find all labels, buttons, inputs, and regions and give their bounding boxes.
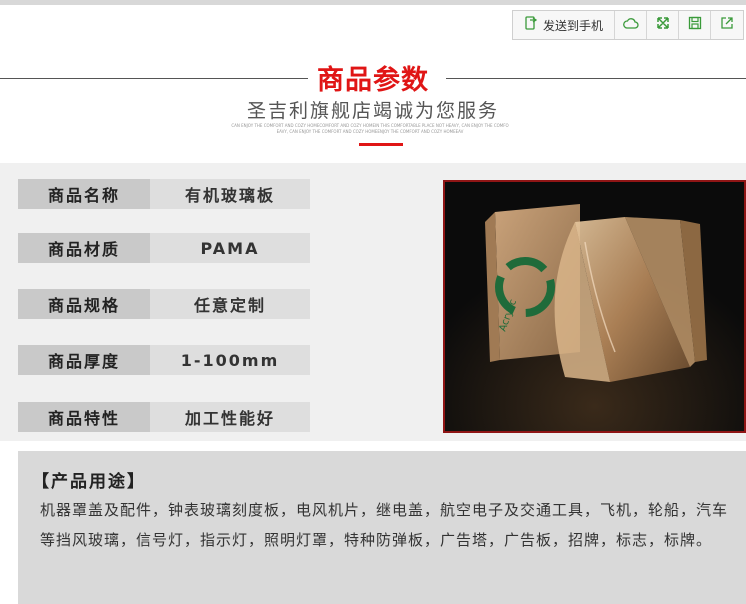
cloud-icon — [622, 17, 639, 33]
tagline-line-1: CAN ENJOY THE COMFORT AND COZY HOMECOMFO… — [231, 123, 509, 128]
phone-send-icon — [524, 16, 538, 34]
spec-row-material: 商品材质 PAMA — [18, 233, 310, 263]
cloud-button[interactable] — [615, 11, 647, 39]
spec-label: 商品厚度 — [18, 345, 150, 375]
spec-value: 有机玻璃板 — [150, 179, 310, 209]
top-strip — [0, 0, 746, 5]
share-toolbar: 发送到手机 — [512, 10, 744, 40]
spec-row-feature: 商品特性 加工性能好 — [18, 402, 310, 432]
send-to-phone-label: 发送到手机 — [542, 18, 603, 33]
expand-button[interactable] — [647, 11, 679, 39]
tagline-line-2: EAVY, CAN ENJOY THE COMFORT AND COZY HOM… — [276, 129, 464, 134]
save-button[interactable] — [679, 11, 711, 39]
section-title: 商品参数 — [317, 65, 429, 96]
title-underline — [359, 143, 403, 146]
spec-value: 加工性能好 — [150, 402, 310, 432]
share-button[interactable] — [711, 11, 743, 39]
spec-value: 1-100mm — [150, 345, 310, 375]
spec-row-thickness: 商品厚度 1-100mm — [18, 345, 310, 375]
usage-section: 【产品用途】 机器罩盖及配件，钟表玻璃刻度板，电风机片，继电盖，航空电子及交通工… — [18, 451, 746, 604]
spec-row-name: 商品名称 有机玻璃板 — [18, 179, 310, 209]
usage-title: 【产品用途】 — [32, 472, 146, 492]
spec-value: 任意定制 — [150, 289, 310, 319]
spec-label: 商品特性 — [18, 402, 150, 432]
spec-label: 商品规格 — [18, 289, 150, 319]
send-to-phone-button[interactable]: 发送到手机 — [513, 11, 615, 39]
product-photo: Acrylic — [443, 180, 746, 433]
spec-label: 商品名称 — [18, 179, 150, 209]
spec-label: 商品材质 — [18, 233, 150, 263]
usage-text: 机器罩盖及配件，钟表玻璃刻度板，电风机片，继电盖，航空电子及交通工具，飞机，轮船… — [40, 501, 729, 549]
save-icon — [688, 16, 702, 34]
section-subtitle: 圣吉利旗舰店竭诚为您服务 — [246, 100, 499, 122]
spec-value: PAMA — [150, 233, 310, 263]
spec-row-size: 商品规格 任意定制 — [18, 289, 310, 319]
expand-icon — [656, 16, 670, 34]
share-icon — [720, 16, 734, 34]
